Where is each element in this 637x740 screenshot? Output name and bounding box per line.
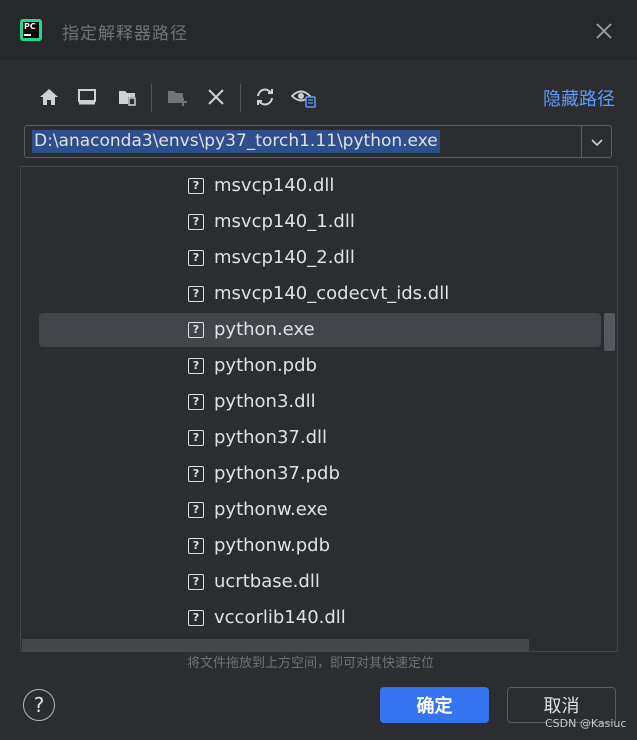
new-folder-button[interactable] xyxy=(162,82,192,112)
drag-drop-hint: 将文件拖放到上方空间，即可对其快速定位 xyxy=(187,656,435,671)
project-button[interactable] xyxy=(112,82,142,112)
close-button[interactable] xyxy=(592,19,616,43)
file-name: python.exe xyxy=(214,319,315,340)
file-row[interactable]: ? vccorlib140.dll xyxy=(39,601,601,635)
file-row[interactable]: ? python.pdb xyxy=(39,349,601,383)
file-name: msvcp140.dll xyxy=(214,175,335,196)
desktop-button[interactable] xyxy=(72,82,102,112)
unknown-file-icon: ? xyxy=(188,358,204,374)
help-button[interactable]: ? xyxy=(23,689,55,721)
delete-button[interactable] xyxy=(201,82,231,112)
file-row[interactable]: ? msvcp140_1.dll xyxy=(39,205,601,239)
unknown-file-icon: ? xyxy=(188,322,204,338)
file-row-selected[interactable]: ? python.exe xyxy=(39,313,601,347)
unknown-file-icon: ? xyxy=(188,286,204,302)
file-name: pythonw.exe xyxy=(214,499,328,520)
file-name: pythonw.pdb xyxy=(214,535,331,556)
file-row[interactable]: ? pythonw.pdb xyxy=(39,529,601,563)
file-row[interactable]: ? msvcp140_codecvt_ids.dll xyxy=(39,277,601,311)
unknown-file-icon: ? xyxy=(188,430,204,446)
file-row[interactable]: ? pythonw.exe xyxy=(39,493,601,527)
unknown-file-icon: ? xyxy=(188,250,204,266)
close-icon xyxy=(596,23,612,39)
unknown-file-icon: ? xyxy=(188,466,204,482)
file-name: ucrtbase.dll xyxy=(214,571,320,592)
desktop-icon xyxy=(78,89,96,105)
unknown-file-icon: ? xyxy=(188,394,204,410)
home-icon xyxy=(40,89,58,105)
file-row[interactable]: ? ucrtbase.dll xyxy=(39,565,601,599)
chevron-down-icon xyxy=(591,138,603,146)
file-name: python.pdb xyxy=(214,355,317,376)
refresh-icon xyxy=(257,88,273,106)
file-row[interactable]: ? msvcp140_2.dll xyxy=(39,241,601,275)
ok-button[interactable]: 确定 xyxy=(380,687,489,723)
file-name: msvcp140_codecvt_ids.dll xyxy=(214,283,450,304)
show-hidden-icon xyxy=(291,90,316,108)
project-folder-icon xyxy=(119,91,136,106)
path-input[interactable]: D:\anaconda3\envs\py37_torch1.11\python.… xyxy=(32,130,440,153)
file-name: python3.dll xyxy=(214,391,316,412)
file-name: msvcp140_2.dll xyxy=(214,247,355,268)
file-name: python37.dll xyxy=(214,427,328,448)
path-history-dropdown[interactable] xyxy=(581,126,612,157)
unknown-file-icon: ? xyxy=(188,610,204,626)
title-bar: PC 指定解释器路径 xyxy=(0,0,637,60)
toolbar xyxy=(34,82,594,112)
watermark: CSDN @Kasiuc xyxy=(545,717,627,730)
hide-path-link[interactable]: 隐藏路径 xyxy=(543,85,615,111)
pycharm-logo: PC xyxy=(20,19,42,41)
app-logo-text: PC xyxy=(24,22,36,31)
home-button[interactable] xyxy=(34,82,64,112)
path-field[interactable]: D:\anaconda3\envs\py37_torch1.11\python.… xyxy=(24,125,612,158)
new-folder-icon xyxy=(168,91,187,106)
unknown-file-icon: ? xyxy=(188,538,204,554)
refresh-button[interactable] xyxy=(250,82,280,112)
delete-icon xyxy=(208,89,224,105)
file-tree[interactable]: ? msvcp140.dll ? msvcp140_1.dll ? msvcp1… xyxy=(20,166,618,652)
file-row[interactable]: ? python37.pdb xyxy=(39,457,601,491)
file-name: python37.pdb xyxy=(214,463,340,484)
unknown-file-icon: ? xyxy=(188,574,204,590)
vertical-scrollbar-thumb[interactable] xyxy=(604,313,615,351)
dialog-title: 指定解释器路径 xyxy=(62,24,188,44)
unknown-file-icon: ? xyxy=(188,178,204,194)
horizontal-scrollbar-thumb[interactable] xyxy=(22,639,529,651)
unknown-file-icon: ? xyxy=(188,502,204,518)
file-row[interactable]: ? python37.dll xyxy=(39,421,601,455)
unknown-file-icon: ? xyxy=(188,214,204,230)
file-name: msvcp140_1.dll xyxy=(214,211,355,232)
show-hidden-button[interactable] xyxy=(289,82,319,112)
file-row[interactable]: ? msvcp140.dll xyxy=(39,169,601,203)
file-row[interactable]: ? python3.dll xyxy=(39,385,601,419)
file-name: vccorlib140.dll xyxy=(214,607,346,628)
